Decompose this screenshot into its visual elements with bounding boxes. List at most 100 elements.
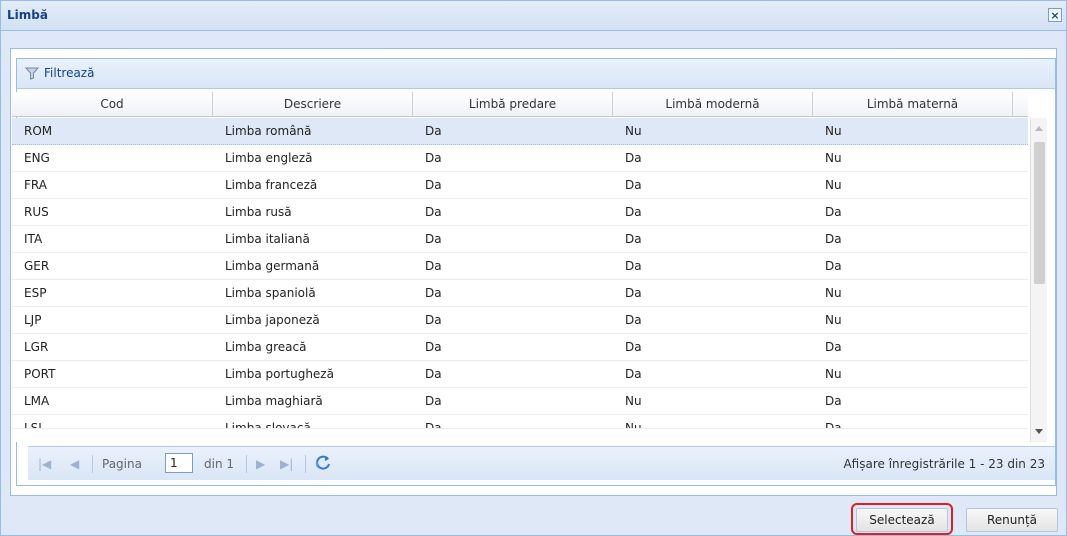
table-cell: Limba greacă (225, 340, 307, 354)
table-cell: Limba germană (225, 259, 320, 273)
table-cell: Nu (825, 178, 842, 192)
table-cell: Nu (825, 367, 842, 381)
column-header[interactable]: Limbă maternă (813, 92, 1013, 117)
funnel-icon (25, 67, 39, 80)
table-cell: Da (425, 124, 442, 138)
table-cell: FRA (24, 178, 47, 192)
prev-page-icon[interactable]: ◀ (70, 457, 79, 471)
table-cell: Da (425, 286, 442, 300)
table-cell: Nu (825, 286, 842, 300)
column-header[interactable]: Cod (12, 92, 213, 117)
last-page-icon[interactable]: ▶| (280, 457, 293, 471)
table-cell: PORT (24, 367, 56, 381)
table-cell: Nu (625, 421, 642, 429)
table-cell: Da (625, 205, 642, 219)
table-cell: Limba japoneză (225, 313, 320, 327)
table-cell: LGR (24, 340, 49, 354)
table-cell: Da (425, 259, 442, 273)
table-cell: Limba franceză (225, 178, 318, 192)
table-cell: Limba română (225, 124, 312, 138)
close-icon[interactable]: × (1048, 8, 1062, 22)
grid-toolbar: Filtrează (17, 59, 1055, 89)
column-header[interactable]: Descriere (213, 92, 413, 117)
dialog-title: Limbă (7, 8, 48, 22)
table-row[interactable]: FRA Limba franceză Da Da Nu (12, 172, 1028, 199)
table-cell: ESP (24, 286, 47, 300)
filter-button[interactable]: Filtrează (25, 66, 94, 80)
grid-body: ROM Limba română Da Nu Nu ENG Limba engleză Da D… (12, 118, 1028, 442)
table-cell: Da (825, 394, 842, 408)
table-row[interactable]: LJP Limba japoneză Da Da Nu (12, 307, 1028, 334)
table-row[interactable]: ROM Limba română Da Nu Nu (12, 118, 1028, 145)
dialog-titlebar: Limbă × (1, 1, 1066, 31)
table-cell: Da (825, 340, 842, 354)
table-row[interactable]: PORT Limba portugheză Da Da Nu (12, 361, 1028, 388)
separator (92, 455, 93, 473)
table-row[interactable]: LMA Limba maghiară Da Nu Da (12, 388, 1028, 415)
table-row[interactable]: ESP Limba spaniolă Da Da Nu (12, 280, 1028, 307)
table-cell: Da (425, 367, 442, 381)
page-number-input[interactable]: 1 (165, 453, 193, 473)
scroll-down-icon[interactable] (1035, 429, 1043, 434)
table-cell: Limba maghiară (225, 394, 323, 408)
table-cell: Limba slovacă (225, 421, 311, 429)
table-cell: Limba spaniolă (225, 286, 316, 300)
paging-info: Afișare înregistrările 1 - 23 din 23 (843, 457, 1045, 471)
table-cell: Limba portugheză (225, 367, 334, 381)
table-cell: Da (425, 394, 442, 408)
table-cell: Da (625, 178, 642, 192)
table-cell: LSL (24, 421, 45, 429)
table-cell: LMA (24, 394, 50, 408)
separator (246, 455, 247, 473)
table-cell: Da (625, 259, 642, 273)
first-page-icon[interactable]: |◀ (38, 457, 51, 471)
table-cell: Da (825, 232, 842, 246)
table-cell: ROM (24, 124, 53, 138)
page-label: Pagina (102, 457, 142, 471)
table-row[interactable]: ITA Limba italiană Da Da Da (12, 226, 1028, 253)
table-row[interactable]: LGR Limba greacă Da Da Da (12, 334, 1028, 361)
table-cell: RUS (24, 205, 49, 219)
table-cell: ENG (24, 151, 50, 165)
page-total: din 1 (204, 457, 235, 471)
table-cell: Nu (825, 124, 842, 138)
table-cell: Da (625, 286, 642, 300)
cancel-button[interactable]: Renunță (966, 508, 1058, 532)
filter-label: Filtrează (44, 66, 95, 80)
table-cell: Da (425, 313, 442, 327)
table-cell: Nu (625, 394, 642, 408)
table-row[interactable]: ENG Limba engleză Da Da Nu (12, 145, 1028, 172)
column-header[interactable]: Limbă modernă (613, 92, 813, 117)
table-cell: Da (625, 340, 642, 354)
table-row[interactable]: LSL Limba slovacă Da Nu Da (12, 415, 1028, 429)
scroll-thumb[interactable] (1034, 142, 1045, 284)
table-cell: Da (425, 232, 442, 246)
table-row[interactable]: GER Limba germană Da Da Da (12, 253, 1028, 280)
table-row[interactable]: RUS Limba rusă Da Da Da (12, 199, 1028, 226)
table-cell: Da (425, 151, 442, 165)
table-cell: Da (625, 151, 642, 165)
table-cell: Da (825, 259, 842, 273)
table-cell: Da (625, 232, 642, 246)
column-header[interactable]: Limbă predare (413, 92, 613, 117)
grid-scrollbar[interactable] (1030, 118, 1047, 442)
table-cell: Da (625, 313, 642, 327)
table-cell: Da (825, 205, 842, 219)
separator (305, 455, 306, 473)
table-cell: ITA (24, 232, 43, 246)
table-cell: LJP (24, 313, 42, 327)
table-cell: Da (425, 421, 442, 429)
table-cell: Nu (625, 124, 642, 138)
select-button-highlight (851, 503, 953, 535)
table-cell: GER (24, 259, 50, 273)
table-cell: Da (625, 367, 642, 381)
table-cell: Da (825, 421, 842, 429)
table-cell: Da (425, 205, 442, 219)
refresh-icon[interactable] (314, 454, 332, 472)
scroll-up-icon[interactable] (1035, 126, 1043, 131)
table-cell: Nu (825, 313, 842, 327)
table-cell: Limba italiană (225, 232, 310, 246)
next-page-icon[interactable]: ▶ (256, 457, 265, 471)
table-cell: Limba engleză (225, 151, 313, 165)
paging-toolbar: |◀ ◀ Pagina 1 din 1 ▶ ▶| Afișare înregis… (28, 446, 1055, 480)
